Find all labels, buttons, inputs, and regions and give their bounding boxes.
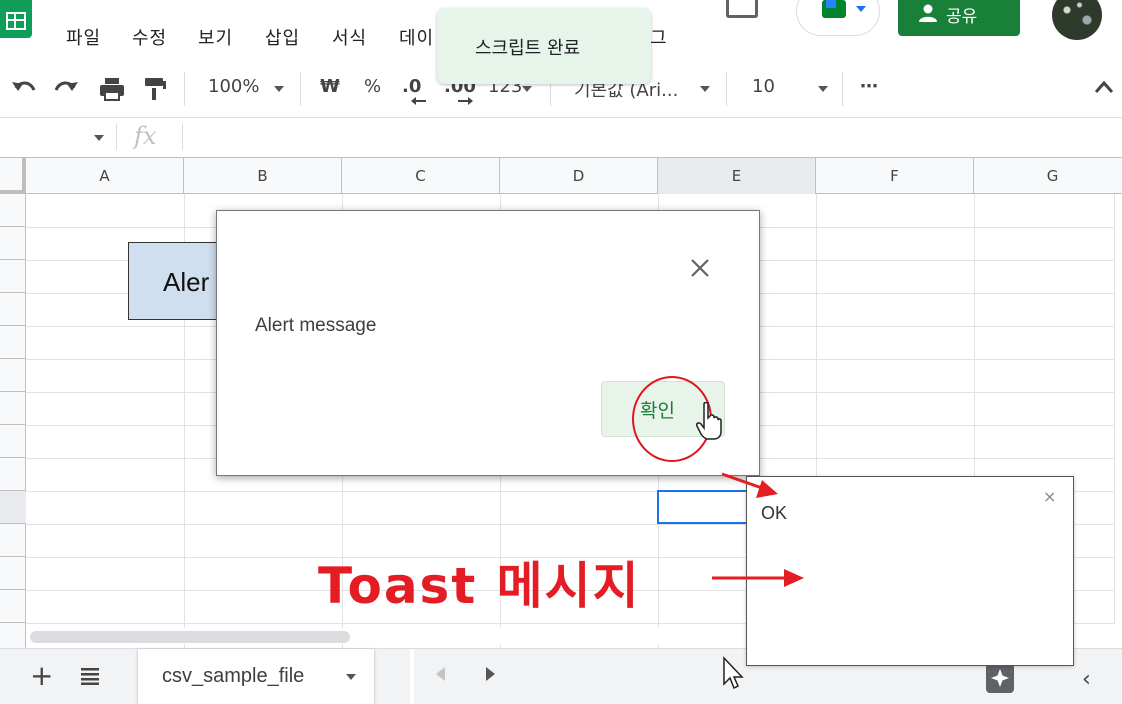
annotation-arrow-icon <box>721 472 778 498</box>
scroll-tabs-left-icon[interactable] <box>436 667 445 681</box>
toast-message: OK <box>761 503 788 523</box>
row-header[interactable] <box>0 590 26 623</box>
alert-message: Alert message <box>255 315 377 336</box>
row-header[interactable] <box>0 293 26 326</box>
toolbar-divider <box>726 72 727 106</box>
column-header[interactable]: D <box>500 158 658 194</box>
arrow-left-icon <box>411 97 426 105</box>
toast-text: 스크립트 완료 <box>475 38 581 59</box>
column-header[interactable]: C <box>342 158 500 194</box>
sparkle-icon <box>991 669 1009 687</box>
column-header[interactable]: F <box>816 158 974 194</box>
decrease-decimal-button[interactable]: .0 <box>402 76 421 97</box>
annotation-label: Toast 메시지 <box>318 557 641 615</box>
redo-icon[interactable] <box>52 76 80 102</box>
row-header-column <box>0 194 26 648</box>
percent-format-button[interactable]: % <box>364 76 381 97</box>
close-icon[interactable]: × <box>1043 487 1056 506</box>
row-header[interactable] <box>0 194 26 227</box>
menu-tools[interactable]: 그 <box>650 24 668 50</box>
menu-file[interactable]: 파일 <box>66 24 101 50</box>
undo-icon[interactable] <box>10 76 38 102</box>
annotation-arrow-icon <box>712 569 804 587</box>
name-box-dropdown-icon[interactable] <box>94 135 104 141</box>
mouse-cursor-icon <box>723 656 744 690</box>
column-header[interactable]: B <box>184 158 342 194</box>
paint-format-icon[interactable] <box>142 76 168 102</box>
fx-icon: fx <box>134 122 157 150</box>
column-header-selected[interactable]: E <box>658 158 816 194</box>
row-header[interactable] <box>0 623 26 648</box>
column-header-row: A B C D E F G <box>0 158 1122 194</box>
person-icon <box>919 4 937 22</box>
formula-bar: fx <box>0 118 1122 158</box>
currency-format-button[interactable]: ₩ <box>320 76 340 97</box>
hand-pointer-icon <box>696 402 722 440</box>
meet-icon-accent <box>826 0 836 8</box>
row-header[interactable] <box>0 425 26 458</box>
row-header[interactable] <box>0 260 26 293</box>
chevron-down-icon <box>274 86 284 92</box>
avatar[interactable] <box>1052 0 1102 40</box>
all-sheets-list-icon[interactable] <box>80 667 100 685</box>
chevron-down-icon <box>856 6 866 12</box>
menu-data[interactable]: 데이 <box>399 24 434 50</box>
add-sheet-button[interactable]: + <box>30 659 53 692</box>
explore-button[interactable] <box>986 663 1014 693</box>
sheetbar-divider <box>410 649 414 704</box>
menu-view[interactable]: 보기 <box>198 24 233 50</box>
font-size-select[interactable]: 10 <box>752 76 775 97</box>
menu-edit[interactable]: 수정 <box>132 24 167 50</box>
row-header-selected[interactable] <box>0 491 26 524</box>
zoom-select[interactable]: 100% <box>208 76 259 97</box>
horizontal-scroll-thumb[interactable] <box>30 631 350 643</box>
chevron-down-icon <box>522 86 532 92</box>
toolbar-divider <box>842 72 843 106</box>
alert-drawing-label: Aler <box>163 267 210 297</box>
sheets-logo-icon[interactable] <box>0 0 32 38</box>
side-panel-toggle-icon[interactable]: ‹ <box>1082 667 1091 692</box>
formula-divider <box>116 124 117 150</box>
column-header[interactable]: G <box>974 158 1122 194</box>
collapse-menu-icon[interactable] <box>1094 80 1114 94</box>
row-header[interactable] <box>0 227 26 260</box>
sheet-tab-csv-sample-file[interactable]: csv_sample_file <box>138 649 374 704</box>
row-header[interactable] <box>0 359 26 392</box>
scroll-tabs-right-icon[interactable] <box>486 667 495 681</box>
chevron-down-icon <box>700 86 710 92</box>
vertical-scrollbar[interactable] <box>1114 194 1122 624</box>
sheet-tab-label: csv_sample_file <box>162 665 305 687</box>
chevron-down-icon <box>818 86 828 92</box>
more-options-button[interactable]: ⋯ <box>860 76 878 97</box>
column-header[interactable]: A <box>26 158 184 194</box>
alert-drawing-button[interactable]: Aler <box>128 242 228 320</box>
comment-history-icon[interactable] <box>726 0 758 18</box>
row-header[interactable] <box>0 524 26 557</box>
formula-divider <box>182 124 183 150</box>
print-icon[interactable] <box>98 76 126 102</box>
select-all-corner[interactable] <box>0 158 26 194</box>
script-complete-toast: 스크립트 완료 <box>437 8 651 84</box>
menu-format[interactable]: 서식 <box>332 24 367 50</box>
arrow-right-icon <box>458 97 473 105</box>
row-header[interactable] <box>0 458 26 491</box>
menu-insert[interactable]: 삽입 <box>265 24 300 50</box>
toolbar-divider <box>184 72 185 106</box>
row-header[interactable] <box>0 392 26 425</box>
row-header[interactable] <box>0 326 26 359</box>
close-icon[interactable] <box>687 255 713 281</box>
share-label: 공유 <box>946 7 978 27</box>
chevron-down-icon[interactable] <box>346 674 356 680</box>
share-button[interactable]: 공유 <box>898 0 1020 36</box>
row-header[interactable] <box>0 557 26 590</box>
toolbar-divider <box>300 72 301 106</box>
